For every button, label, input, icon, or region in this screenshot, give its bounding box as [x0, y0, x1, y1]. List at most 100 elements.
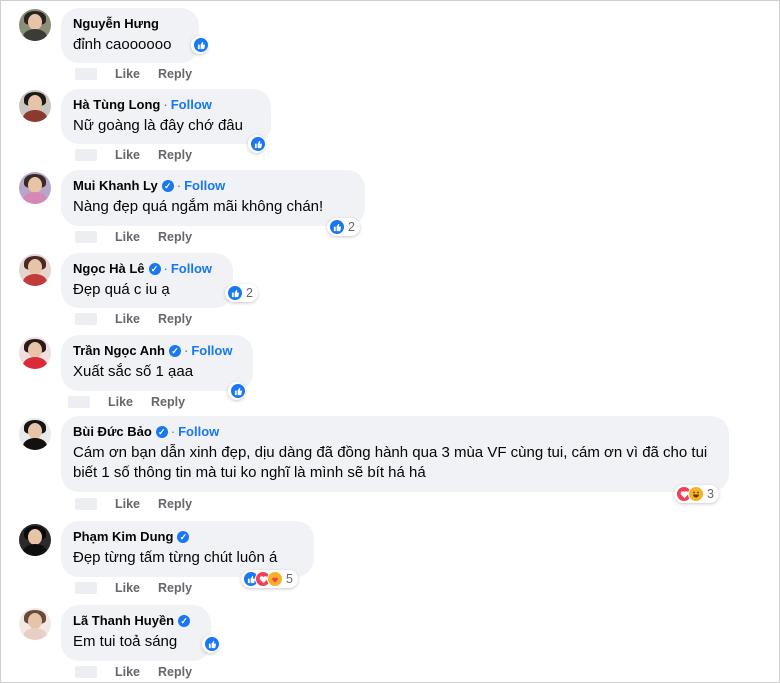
reply-button[interactable]: Reply: [158, 497, 192, 511]
comment-actions: Like Reply: [75, 67, 192, 81]
timestamp[interactable]: [75, 231, 97, 243]
comment-actions: Like Reply: [75, 148, 192, 162]
like-button[interactable]: Like: [108, 395, 133, 409]
separator-dot: ·: [163, 261, 168, 276]
reply-button[interactable]: Reply: [158, 67, 192, 81]
verified-badge-icon: ✓: [161, 179, 174, 192]
timestamp[interactable]: [75, 582, 97, 594]
reply-button[interactable]: Reply: [158, 230, 192, 244]
reply-button[interactable]: Reply: [158, 312, 192, 326]
timestamp[interactable]: [68, 396, 90, 408]
follow-button[interactable]: Follow: [171, 261, 212, 276]
reply-button[interactable]: Reply: [151, 395, 185, 409]
like-reaction-icon: [204, 636, 220, 652]
separator-dot: ·: [176, 178, 182, 193]
comment-actions: Like Reply: [75, 665, 192, 679]
comment-text: Nữ goàng là đây chớ đâu: [73, 117, 243, 134]
comment-text: Đẹp quá c iu ạ: [73, 281, 170, 298]
reaction-summary[interactable]: [202, 635, 220, 653]
verified-badge-icon: ✓: [155, 425, 168, 438]
comment-actions: Like Reply: [75, 312, 192, 326]
timestamp[interactable]: [75, 313, 97, 325]
comment-bubble: Ngọc Hà Lê ✓ · Follow Đẹp quá c iu ạ: [61, 253, 233, 308]
author-name[interactable]: Lã Thanh Huyền: [73, 613, 174, 628]
timestamp[interactable]: [75, 68, 97, 80]
author-name[interactable]: Hà Tùng Long: [73, 97, 160, 112]
author-name[interactable]: Phạm Kim Dung: [73, 529, 173, 544]
follow-button[interactable]: Follow: [191, 343, 232, 358]
author-name[interactable]: Mui Khanh Ly: [73, 178, 158, 193]
avatar[interactable]: [19, 9, 51, 41]
comment-bubble: Bùi Đức Bảo ✓ · Follow Cám ơn bạn dẫn xi…: [61, 416, 729, 492]
avatar[interactable]: [19, 254, 51, 286]
reply-button[interactable]: Reply: [158, 665, 192, 679]
separator-dot: ·: [170, 424, 176, 439]
reaction-count: 2: [246, 286, 253, 300]
like-button[interactable]: Like: [115, 665, 140, 679]
reaction-summary[interactable]: 3: [674, 485, 719, 503]
like-button[interactable]: Like: [115, 312, 140, 326]
comment-text: Nàng đẹp quá ngắm mãi không chán!: [73, 198, 324, 215]
reaction-count: 5: [286, 572, 293, 586]
comment-text: Em tui toả sáng: [73, 633, 178, 650]
verified-badge-icon: ✓: [148, 262, 161, 275]
reaction-summary[interactable]: 2: [327, 218, 360, 236]
like-reaction-icon: [193, 37, 209, 53]
comment-text: Xuất sắc số 1 ạaa: [73, 363, 194, 380]
reaction-summary[interactable]: 5: [241, 570, 298, 588]
follow-button[interactable]: Follow: [184, 178, 225, 193]
follow-button[interactable]: Follow: [171, 97, 212, 112]
like-reaction-icon: [250, 136, 266, 152]
verified-badge-icon: ✓: [178, 614, 191, 627]
comment-actions: Like Reply: [75, 497, 192, 511]
verified-badge-icon: ✓: [168, 344, 181, 357]
follow-button[interactable]: Follow: [178, 424, 219, 439]
reaction-summary[interactable]: [191, 36, 209, 54]
like-button[interactable]: Like: [115, 148, 140, 162]
author-name[interactable]: Trần Ngọc Anh: [73, 343, 165, 358]
reaction-summary[interactable]: [248, 135, 266, 153]
separator-dot: ·: [163, 97, 168, 112]
like-reaction-icon: [227, 285, 243, 301]
comment-actions: Like Reply: [68, 395, 185, 409]
reaction-count: 2: [348, 220, 355, 234]
reaction-summary[interactable]: 2: [225, 284, 258, 302]
like-reaction-icon: [329, 219, 345, 235]
author-name[interactable]: Nguyễn Hưng: [73, 16, 159, 31]
author-name[interactable]: Bùi Đức Bảo: [73, 424, 152, 439]
reaction-summary[interactable]: [228, 382, 246, 400]
comment-actions: Like Reply: [75, 230, 192, 244]
like-button[interactable]: Like: [115, 581, 140, 595]
like-button[interactable]: Like: [115, 67, 140, 81]
comment-text: đỉnh caoooooo: [73, 36, 172, 53]
avatar[interactable]: [19, 418, 51, 450]
timestamp[interactable]: [75, 666, 97, 678]
comment-text: Đẹp từng tấm từng chút luôn á: [73, 549, 278, 566]
like-reaction-icon: [230, 383, 246, 399]
separator-dot: ·: [183, 343, 189, 358]
avatar[interactable]: [19, 608, 51, 640]
avatar[interactable]: [19, 90, 51, 122]
verified-badge-icon: ✓: [177, 530, 190, 543]
comment-bubble: Trần Ngọc Anh ✓ · Follow Xuất sắc số 1 ạ…: [61, 335, 253, 391]
comment-bubble: Phạm Kim Dung ✓ Đẹp từng tấm từng chút l…: [61, 521, 314, 577]
comment-text: Cám ơn bạn dẫn xinh đẹp, dịu dàng đã đồn…: [73, 444, 708, 481]
comment-bubble: Mui Khanh Ly ✓ · Follow Nàng đẹp quá ngắ…: [61, 170, 365, 226]
reaction-count: 3: [707, 487, 714, 501]
care-reaction-icon: [267, 571, 283, 587]
timestamp[interactable]: [75, 149, 97, 161]
comment-bubble: Lã Thanh Huyền ✓ Em tui toả sáng: [61, 605, 211, 661]
comment-bubble: Nguyễn Hưng đỉnh caoooooo: [61, 8, 199, 63]
avatar[interactable]: [19, 337, 51, 369]
avatar[interactable]: [19, 172, 51, 204]
reply-button[interactable]: Reply: [158, 148, 192, 162]
timestamp[interactable]: [75, 498, 97, 510]
haha-reaction-icon: [688, 486, 704, 502]
comment-bubble: Hà Tùng Long · Follow Nữ goàng là đây ch…: [61, 89, 271, 144]
avatar[interactable]: [19, 524, 51, 556]
like-button[interactable]: Like: [115, 497, 140, 511]
comment-actions: Like Reply: [75, 581, 192, 595]
like-button[interactable]: Like: [115, 230, 140, 244]
reply-button[interactable]: Reply: [158, 581, 192, 595]
author-name[interactable]: Ngọc Hà Lê: [73, 261, 145, 276]
